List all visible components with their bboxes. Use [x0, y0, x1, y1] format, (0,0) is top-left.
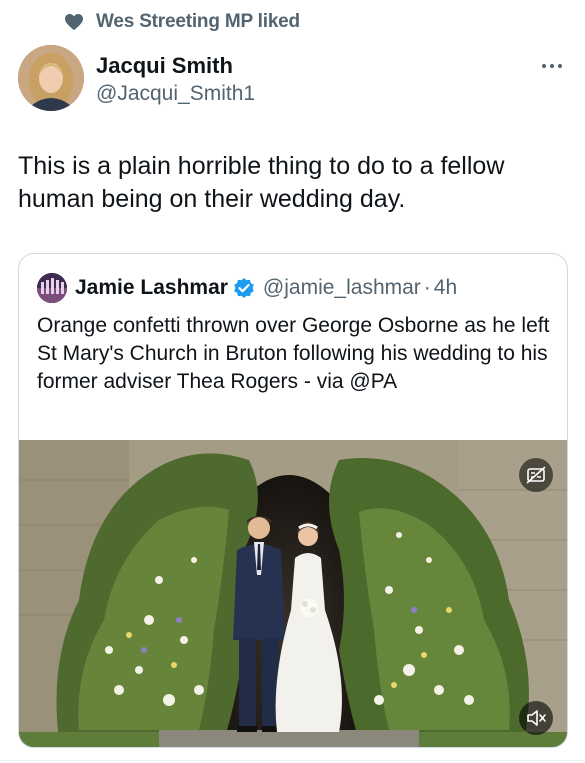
quote-separator: ·: [423, 276, 431, 299]
author-handle[interactable]: @Jacqui_Smith1: [96, 80, 255, 108]
avatar[interactable]: [18, 45, 84, 111]
heart-icon: [65, 13, 83, 31]
video-frame: [19, 440, 567, 747]
verified-badge-icon: [234, 278, 254, 298]
quote-tweet-card[interactable]: Jamie Lashmar @jamie_lashmar · 4h Orange…: [18, 253, 568, 748]
quote-author-name[interactable]: Jamie Lashmar: [75, 276, 228, 300]
avatar-image: [18, 45, 84, 111]
author-block[interactable]: Jacqui Smith @Jacqui_Smith1: [96, 52, 255, 108]
captions-off-button[interactable]: [519, 458, 553, 492]
more-options-icon[interactable]: [541, 62, 563, 70]
captions-off-icon: [526, 466, 546, 484]
mute-button[interactable]: [519, 701, 553, 735]
author-name[interactable]: Jacqui Smith: [96, 52, 255, 80]
divider: [0, 760, 585, 761]
mute-icon: [527, 710, 546, 726]
quote-author-handle[interactable]: @jamie_lashmar: [263, 276, 421, 300]
social-context[interactable]: Wes Streeting MP liked: [65, 10, 300, 34]
tweet-text: This is a plain horrible thing to do to …: [18, 152, 505, 213]
social-context-text: Wes Streeting MP liked: [96, 11, 300, 32]
quote-timestamp[interactable]: 4h: [434, 276, 457, 300]
quote-text: Orange confetti thrown over George Osbor…: [37, 314, 550, 393]
quote-header: Jamie Lashmar @jamie_lashmar · 4h: [37, 273, 457, 303]
quote-avatar: [37, 273, 67, 303]
quote-video[interactable]: [19, 440, 567, 747]
